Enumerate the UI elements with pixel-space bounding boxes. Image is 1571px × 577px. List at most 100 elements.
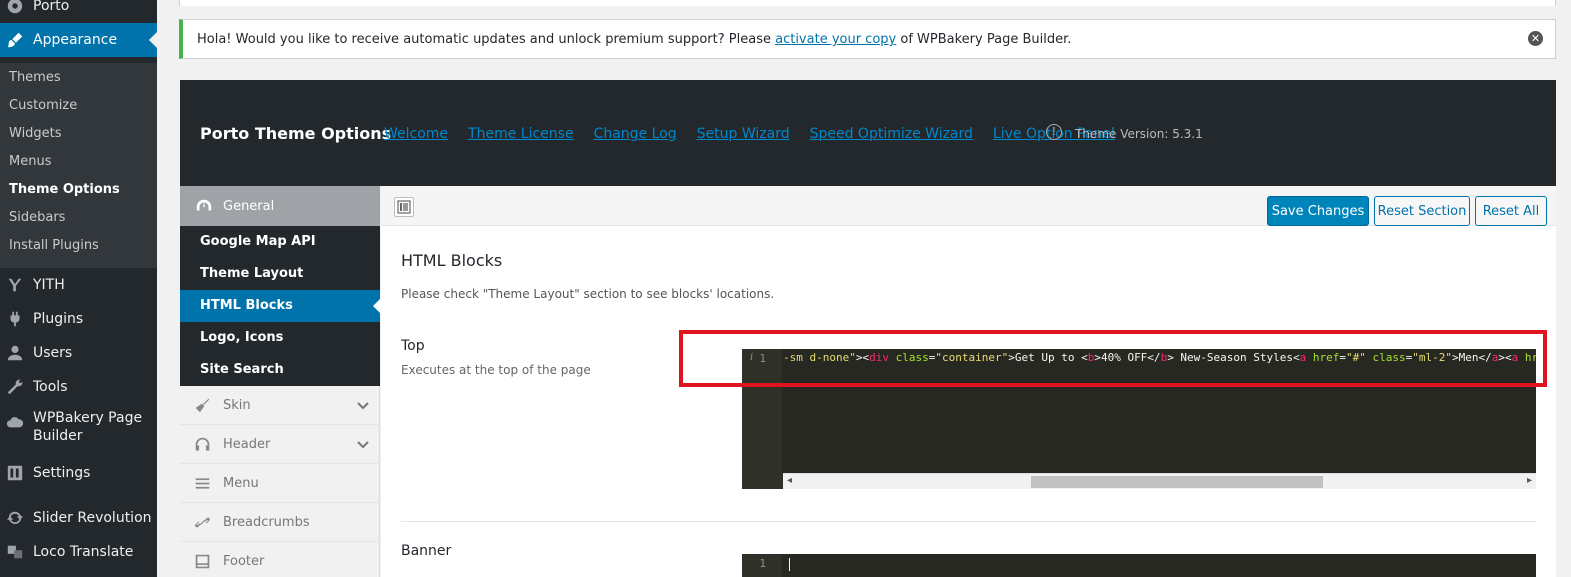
info-icon[interactable]: !: [1046, 124, 1062, 140]
nav-menu[interactable]: Menu: [180, 464, 380, 503]
editor-gutter: 1: [742, 554, 782, 577]
menu-label: WPBakery Page Builder: [33, 410, 143, 444]
notice-text: Hola! Would you like to receive automati…: [197, 32, 1071, 47]
refresh-icon: [4, 507, 26, 529]
menu-item-settings[interactable]: Settings: [0, 461, 157, 485]
menu-label: Plugins: [33, 311, 84, 327]
dismiss-notice-icon[interactable]: ✕: [1528, 31, 1543, 46]
nav-skin[interactable]: Skin: [180, 386, 380, 425]
settings-icon: [4, 462, 26, 484]
scroll-right-icon[interactable]: ▸: [1527, 475, 1532, 486]
cloud-icon: [4, 411, 26, 433]
menu-label: Loco Translate: [33, 544, 134, 560]
submenu-widgets[interactable]: Widgets: [9, 126, 62, 141]
menu-item-appearance[interactable]: Appearance: [0, 23, 157, 57]
submenu-install-plugins[interactable]: Install Plugins: [9, 238, 99, 253]
activate-copy-link[interactable]: activate your copy: [775, 32, 896, 47]
text-cursor: [789, 558, 790, 571]
yith-icon: [4, 274, 26, 296]
banner-code-editor[interactable]: 1: [742, 554, 1536, 577]
nav-breadcrumbs[interactable]: Breadcrumbs: [180, 503, 380, 542]
expand-options-icon[interactable]: [394, 197, 414, 217]
menu-item-porto[interactable]: Porto: [0, 0, 157, 17]
menu-label: Slider Revolution: [33, 510, 152, 526]
submenu-sidebars[interactable]: Sidebars: [9, 210, 65, 225]
submenu-customize[interactable]: Customize: [9, 98, 77, 113]
line-number: 1: [759, 557, 766, 570]
field-banner-label: Banner: [401, 543, 452, 559]
menu-item-users[interactable]: Users: [0, 341, 157, 365]
nav-footer-label: Footer: [223, 553, 265, 569]
notice-text-before: Hola! Would you like to receive automati…: [197, 32, 776, 47]
notice-text-after: of WPBakery Page Builder.: [896, 32, 1072, 47]
speed-optimize-wizard-link[interactable]: Speed Optimize Wizard: [810, 126, 973, 142]
menu-label: Users: [33, 345, 73, 361]
options-sidebar: General Google Map API Theme Layout HTML…: [180, 186, 381, 577]
porto-icon: [4, 0, 26, 17]
scrollbar-thumb[interactable]: [1031, 476, 1323, 488]
gutter-corner: [742, 473, 783, 489]
chevron-down-icon: [356, 437, 370, 451]
editor-horizontal-scrollbar[interactable]: ◂ ▸: [783, 473, 1536, 489]
page-title: Porto Theme Options: [200, 124, 392, 143]
menu-item-loco-translate[interactable]: Loco Translate: [0, 540, 157, 564]
user-icon: [4, 342, 26, 364]
menu-icon: [192, 473, 212, 493]
nav-site-search[interactable]: Site Search: [180, 354, 380, 386]
theme-license-link[interactable]: Theme License: [468, 126, 574, 142]
welcome-link[interactable]: Welcome: [384, 126, 448, 142]
setup-wizard-link[interactable]: Setup Wizard: [697, 126, 790, 142]
nav-general[interactable]: General: [180, 186, 380, 226]
paintbrush-icon: [4, 29, 26, 51]
nav-skin-label: Skin: [223, 397, 251, 413]
menu-label: Porto: [33, 0, 70, 14]
translate-icon: [4, 541, 26, 563]
change-log-link[interactable]: Change Log: [594, 126, 677, 142]
plugin-icon: [4, 308, 26, 330]
nav-breadcrumbs-label: Breadcrumbs: [223, 514, 310, 530]
nav-header-label: Header: [223, 436, 271, 452]
field-top-description: Executes at the top of the page: [401, 363, 591, 377]
menu-label: Tools: [33, 379, 68, 395]
broom-icon: [192, 395, 212, 415]
section-title: HTML Blocks: [401, 251, 503, 270]
menu-item-tools[interactable]: Tools: [0, 375, 157, 399]
dashboard-icon: [194, 196, 214, 216]
reset-all-button[interactable]: Reset All: [1475, 196, 1547, 226]
field-divider: [401, 521, 1536, 522]
menu-item-plugins[interactable]: Plugins: [0, 307, 157, 331]
options-toolbar: Save Changes Reset Section Reset All: [381, 186, 1556, 226]
nav-theme-layout[interactable]: Theme Layout: [180, 258, 380, 290]
submenu-themes[interactable]: Themes: [9, 70, 61, 85]
highlight-box: [679, 330, 1547, 387]
nav-header[interactable]: Header: [180, 425, 380, 464]
save-changes-button[interactable]: Save Changes: [1267, 196, 1369, 226]
nav-logo-icons[interactable]: Logo, Icons: [180, 322, 380, 354]
update-notice: Hola! Would you like to receive automati…: [179, 19, 1556, 59]
reset-section-button[interactable]: Reset Section: [1374, 196, 1470, 226]
nav-google-map-api[interactable]: Google Map API: [180, 226, 380, 258]
section-description: Please check "Theme Layout" section to s…: [401, 287, 775, 301]
general-submenu: Google Map API Theme Layout HTML Blocks …: [180, 226, 381, 386]
menu-label: YITH: [33, 277, 65, 293]
menu-label: Appearance: [33, 32, 118, 48]
nav-footer[interactable]: Footer: [180, 542, 380, 577]
page-scroll-area: [1556, 0, 1571, 577]
menu-item-wpbakery[interactable]: WPBakery Page Builder: [0, 409, 157, 449]
menu-item-yith[interactable]: YITH: [0, 273, 157, 297]
nav-html-blocks[interactable]: HTML Blocks: [180, 290, 381, 322]
menu-label: Settings: [33, 465, 91, 481]
wrench-icon: [4, 376, 26, 398]
theme-options-header: Porto Theme Options Welcome Theme Licens…: [180, 80, 1556, 186]
scroll-left-icon[interactable]: ◂: [787, 475, 792, 486]
submenu-theme-options[interactable]: Theme Options: [9, 182, 120, 197]
theme-version: Theme Version: 5.3.1: [1075, 127, 1203, 141]
nav-menu-label: Menu: [223, 475, 259, 491]
chevron-down-icon: [356, 398, 370, 412]
footer-icon: [192, 551, 212, 571]
link-icon: [192, 512, 212, 532]
submenu-menus[interactable]: Menus: [9, 154, 51, 169]
appearance-submenu: Themes Customize Widgets Menus Theme Opt…: [0, 63, 157, 268]
nav-general-label: General: [223, 198, 275, 214]
menu-item-slider-revolution[interactable]: Slider Revolution: [0, 506, 157, 530]
